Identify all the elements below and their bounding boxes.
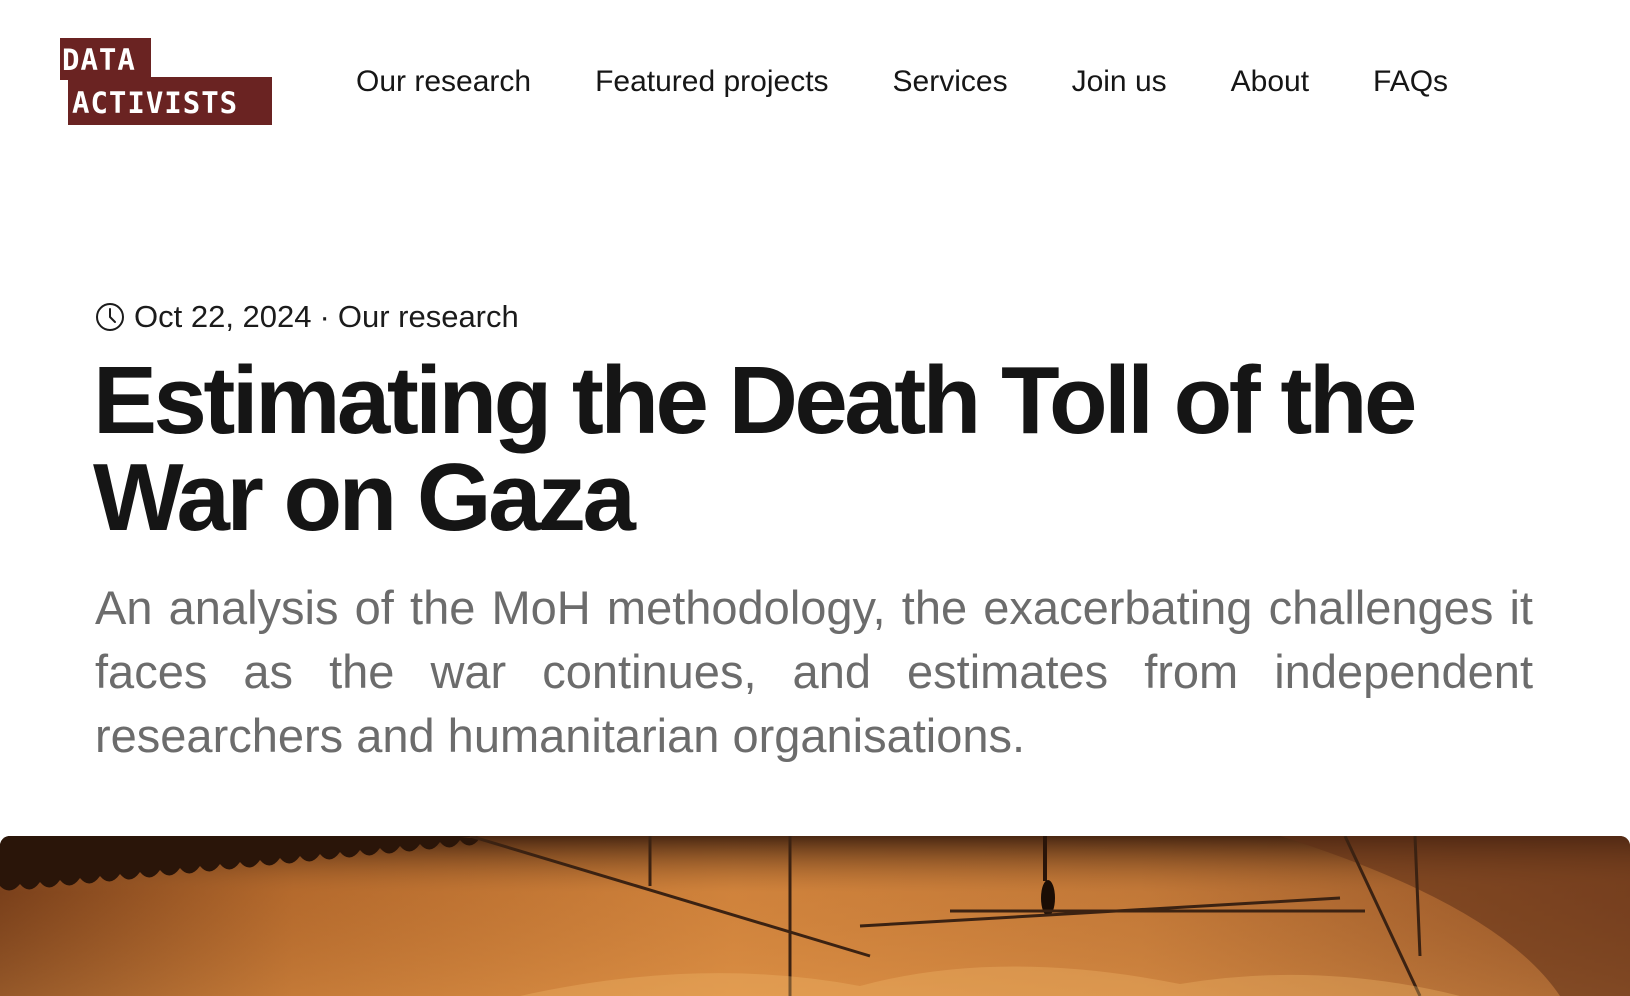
hero-image [0,836,1630,996]
data-activists-logo[interactable]: DATA ACTIVISTS [60,38,272,126]
main-nav: Our research Featured projects Services … [356,64,1448,100]
clock-icon [95,302,125,332]
site-header: DATA ACTIVISTS Our research Featured pro… [0,0,1630,160]
logo-text-line2: ACTIVISTS [72,86,239,120]
article-meta: Oct 22, 2024 · Our research [95,298,519,336]
nav-link-featured-projects[interactable]: Featured projects [595,64,828,100]
publish-date: Oct 22, 2024 [134,299,312,334]
nav-link-about[interactable]: About [1231,64,1309,100]
meta-separator: · [319,299,330,334]
article-title: Estimating the Death Toll of the War on … [93,347,1417,551]
nav-link-services[interactable]: Services [893,64,1008,100]
category-link[interactable]: Our research [338,298,519,336]
nav-link-join-us[interactable]: Join us [1072,64,1167,100]
article-subtitle: An analysis of the MoH methodology, the … [95,581,1533,762]
nav-link-our-research[interactable]: Our research [356,64,531,100]
logo-text-line1: DATA [62,43,136,77]
nav-link-faqs[interactable]: FAQs [1373,64,1448,100]
